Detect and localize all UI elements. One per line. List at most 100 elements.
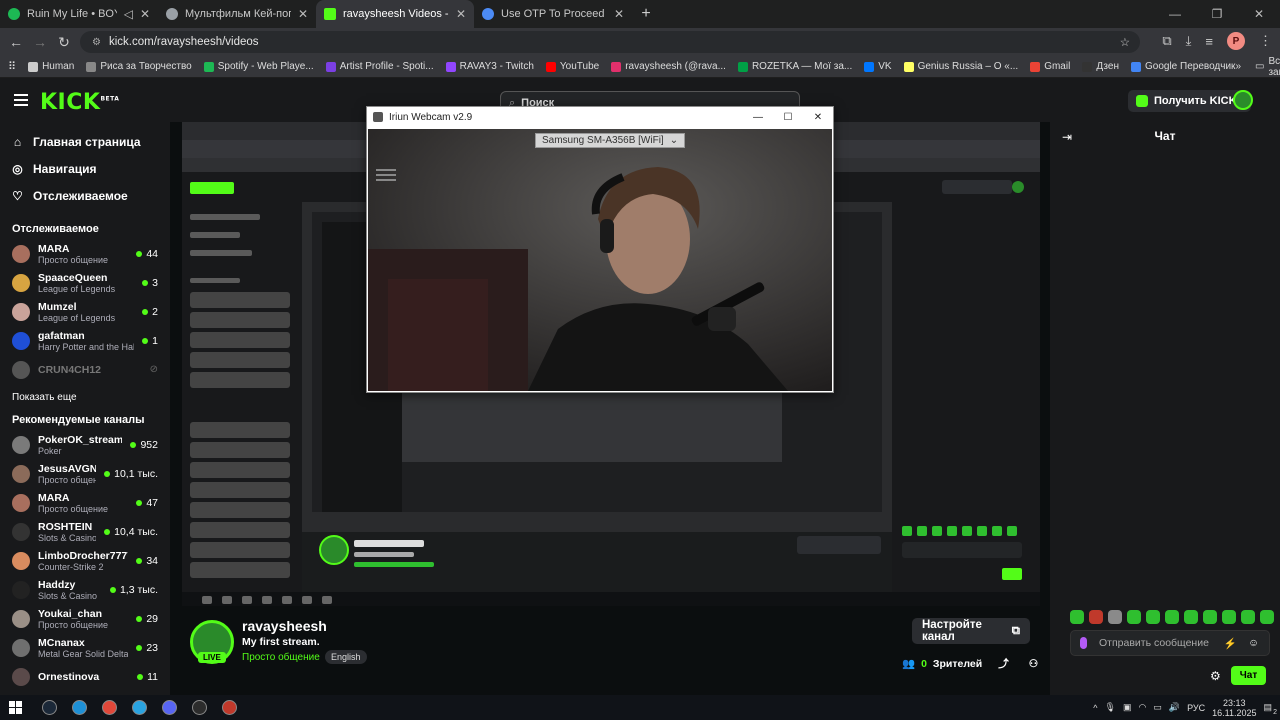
site-info-icon[interactable]: ⚙ bbox=[92, 37, 101, 48]
extensions-icon[interactable]: ⧉ bbox=[1162, 33, 1171, 49]
input-language[interactable]: РУС bbox=[1187, 703, 1205, 713]
close-icon[interactable]: ✕ bbox=[456, 7, 466, 21]
bookmark-star-icon[interactable]: ☆ bbox=[1120, 35, 1130, 49]
discord-taskbar-button[interactable] bbox=[154, 695, 184, 720]
emote-icon[interactable] bbox=[1165, 610, 1179, 624]
gpu-tweak-taskbar-button[interactable] bbox=[214, 695, 244, 720]
minimize-icon[interactable]: — bbox=[1154, 0, 1196, 28]
reload-icon[interactable]: ↻ bbox=[52, 34, 76, 51]
profile-avatar[interactable]: P bbox=[1227, 32, 1245, 50]
webcam-titlebar[interactable]: Iriun Webcam v2.9 — ☐ ✕ bbox=[367, 107, 833, 127]
bookmark-item[interactable]: RAVAY3 - Twitch bbox=[445, 61, 534, 72]
notifications-icon[interactable]: ▤ 2 bbox=[1263, 702, 1277, 716]
channel-item[interactable]: MARA Просто общение 44 bbox=[0, 239, 170, 268]
emote-icon[interactable] bbox=[1127, 610, 1141, 624]
new-tab-button[interactable]: + bbox=[632, 0, 660, 28]
chat-send-button[interactable]: Чат bbox=[1230, 666, 1267, 685]
bookmark-item[interactable]: Google Переводчик bbox=[1130, 61, 1235, 72]
emoji-icon[interactable]: ☺ bbox=[1248, 637, 1259, 649]
user-avatar[interactable] bbox=[1233, 90, 1253, 110]
start-button[interactable] bbox=[0, 695, 30, 720]
bookmark-item[interactable]: Spotify - Web Playe... bbox=[203, 61, 314, 72]
bookmark-item[interactable]: Human bbox=[28, 61, 74, 72]
nvidia-icon[interactable]: ▣ bbox=[1123, 702, 1132, 713]
mic-icon[interactable] bbox=[1080, 637, 1087, 649]
nav-home[interactable]: ⌂ Главная страница bbox=[0, 128, 170, 155]
edge-taskbar-button[interactable] bbox=[64, 695, 94, 720]
channel-item[interactable]: Ornestinova 11 bbox=[0, 662, 170, 691]
tray-expand-icon[interactable]: ^ bbox=[1093, 703, 1097, 713]
menu-dots-icon[interactable]: ⋮ bbox=[1259, 33, 1272, 49]
channel-item[interactable]: LimboDrocher7777...Counter-Strike 2 34 bbox=[0, 546, 170, 575]
clock[interactable]: 23:13 16.11.2025 bbox=[1212, 698, 1256, 718]
media-icon[interactable]: ≡ bbox=[1205, 34, 1213, 49]
emote-icon[interactable] bbox=[1260, 610, 1274, 624]
bookmark-item[interactable]: Genius Russia – О «... bbox=[903, 61, 1018, 72]
apps-grid-icon[interactable]: ⠿ bbox=[8, 60, 16, 73]
bookmark-item[interactable]: VK bbox=[864, 61, 892, 72]
steam-taskbar-button[interactable] bbox=[34, 695, 64, 720]
obs-taskbar-button[interactable] bbox=[184, 695, 214, 720]
emote-icon[interactable] bbox=[1241, 610, 1255, 624]
bookmark-item[interactable]: Gmail bbox=[1030, 61, 1070, 72]
device-selector[interactable]: Samsung SM-A356B [WiFi] ⌄ bbox=[535, 133, 686, 148]
user-settings-icon[interactable]: ⚇ bbox=[1029, 658, 1038, 670]
chrome-taskbar-button[interactable] bbox=[94, 695, 124, 720]
channel-item[interactable]: gafatmanHarry Potter and the Half... 1 bbox=[0, 326, 170, 355]
bookmark-item[interactable]: Риса за Творчество bbox=[86, 61, 192, 72]
streamer-name[interactable]: ravaysheesh bbox=[242, 618, 327, 634]
channel-item[interactable]: JesusAVGNПросто общение 10,1 тыс. bbox=[0, 459, 170, 488]
settings-gear-icon[interactable]: ⚙ bbox=[1210, 669, 1221, 683]
channel-item[interactable]: SpaaceQueen League of Legends 3 bbox=[0, 268, 170, 297]
forward-icon[interactable]: → bbox=[28, 34, 52, 50]
menu-icon[interactable] bbox=[14, 94, 28, 106]
channel-item[interactable]: MCnanaxMetal Gear Solid Delta: ... 23 bbox=[0, 633, 170, 662]
channel-item[interactable]: MARA Просто общение 47 bbox=[0, 488, 170, 517]
all-bookmarks-link[interactable]: ▭ Все закладки bbox=[1255, 56, 1280, 78]
webcam-menu-icon[interactable] bbox=[376, 169, 396, 181]
url-field[interactable]: ⚙ kick.com/ravaysheesh/videos ☆ bbox=[80, 31, 1140, 53]
tab-spotify[interactable]: Ruin My Life • BOYNEXTDO ◁ ✕ bbox=[0, 0, 158, 28]
minimize-icon[interactable]: — bbox=[743, 107, 773, 127]
emote-icon[interactable] bbox=[1222, 610, 1236, 624]
emote-icon[interactable] bbox=[1108, 610, 1122, 624]
nav-following[interactable]: ♡ Отслеживаемое bbox=[0, 182, 170, 209]
mic-tray-icon[interactable]: 🎙 bbox=[1105, 702, 1116, 713]
close-icon[interactable]: ✕ bbox=[140, 7, 150, 21]
channel-item[interactable]: PokerOK_streams Poker 952 bbox=[0, 430, 170, 459]
channel-item[interactable]: Youkai_chan Просто общение 29 bbox=[0, 604, 170, 633]
emote-icon[interactable] bbox=[1070, 610, 1084, 624]
emote-icon[interactable] bbox=[1089, 610, 1103, 624]
stream-category[interactable]: Просто общение bbox=[242, 652, 320, 663]
close-icon[interactable]: ✕ bbox=[614, 7, 624, 21]
network-icon[interactable]: ▭ bbox=[1153, 702, 1162, 713]
close-window-icon[interactable]: ✕ bbox=[1238, 0, 1280, 28]
close-icon[interactable]: ✕ bbox=[298, 7, 308, 21]
webcam-window[interactable]: Iriun Webcam v2.9 — ☐ ✕ Samsung SM-A356B… bbox=[366, 106, 834, 393]
volume-icon[interactable]: 🔊 bbox=[1169, 702, 1180, 713]
chat-input[interactable]: Отправить сообщение ☺ ⚡ bbox=[1070, 630, 1270, 656]
language-tag[interactable]: English bbox=[325, 650, 367, 664]
bookmark-item[interactable]: Artist Profile - Spoti... bbox=[325, 61, 434, 72]
channel-item[interactable]: ROSHTEIN Slots & Casino 10,4 тыс. bbox=[0, 517, 170, 546]
close-icon[interactable]: ✕ bbox=[803, 107, 833, 127]
channel-item[interactable]: CRUN4CH12 ⊘ bbox=[0, 355, 170, 384]
commands-icon[interactable]: ⚡ bbox=[1224, 637, 1237, 650]
emote-icon[interactable] bbox=[1203, 610, 1217, 624]
maximize-icon[interactable]: ☐ bbox=[773, 107, 803, 127]
channel-item[interactable]: Haddzy Slots & Casino 1,3 тыс. bbox=[0, 575, 170, 604]
channel-item[interactable]: Mumzel League of Legends 2 bbox=[0, 297, 170, 326]
tab-cartoon[interactable]: Мультфильм Кей-поп-охотни ✕ bbox=[158, 0, 316, 28]
telegram-taskbar-button[interactable] bbox=[124, 695, 154, 720]
channel-settings-button[interactable]: Настройте канал ⧉ bbox=[912, 618, 1030, 644]
bookmark-item[interactable]: ROZETKA — Мої за... bbox=[737, 61, 852, 72]
tab-kick-active[interactable]: ravaysheesh Videos - Watch Or ✕ bbox=[316, 0, 474, 28]
download-icon[interactable]: ⤓ bbox=[1186, 33, 1192, 49]
tab-otp[interactable]: Use OTP To Proceed - raevskij ✕ bbox=[474, 0, 632, 28]
speaker-icon[interactable]: ◁ bbox=[124, 7, 133, 21]
bookmark-item[interactable]: Дзен bbox=[1082, 61, 1119, 72]
share-icon[interactable]: ⤴ bbox=[998, 656, 1009, 671]
more-bookmarks-icon[interactable]: » bbox=[1235, 61, 1241, 72]
kick-logo[interactable]: KICKBETA bbox=[40, 90, 119, 115]
back-icon[interactable]: ← bbox=[4, 34, 28, 50]
